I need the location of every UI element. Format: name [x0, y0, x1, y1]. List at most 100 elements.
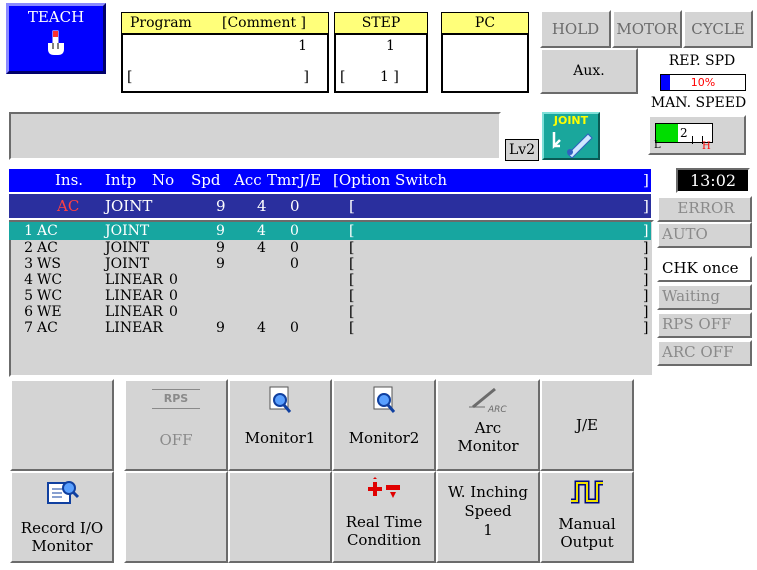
w-inching-speed-button[interactable]: W. Inching Speed 1: [436, 471, 540, 563]
row-intp: LINEAR: [105, 304, 163, 320]
manual-output-label-2: Output: [560, 533, 614, 551]
monitor1-button[interactable]: Monitor1: [228, 379, 332, 471]
rps-button[interactable]: RPS OFF: [124, 379, 228, 471]
table-row[interactable]: 4 WC LINEAR 0 []: [9, 272, 651, 288]
row-open: [: [349, 256, 355, 272]
row-close: ]: [643, 304, 649, 320]
step-field[interactable]: 1 [ 1 ]: [334, 33, 428, 93]
row-intp: JOINT: [105, 256, 150, 272]
table-row[interactable]: 6 WE LINEAR 0 []: [9, 304, 651, 320]
current-tmr: 0: [290, 197, 300, 215]
current-spd: 9: [216, 197, 226, 215]
row-no: 0: [169, 288, 178, 304]
cycle-label: CYCLE: [691, 20, 745, 38]
man-speed-meter[interactable]: 2 L H: [648, 115, 746, 155]
step-sub-open: [: [340, 69, 346, 85]
comment-close-bracket: ]: [303, 69, 309, 85]
level-indicator: Lv2: [505, 139, 539, 161]
row-tmr: 0: [290, 240, 299, 256]
row-spd: 9: [216, 256, 225, 272]
row-ins: AC: [37, 223, 58, 239]
row-close: ]: [643, 256, 649, 272]
blank-button-2[interactable]: [124, 471, 228, 563]
w-inching-label-1: W. Inching: [447, 483, 529, 501]
current-acc: 4: [257, 197, 267, 215]
aux-label: Aux.: [573, 63, 605, 79]
col-spd: Spd: [191, 171, 221, 189]
current-intp: JOINT: [105, 197, 153, 215]
rps-bottom-label: OFF: [159, 431, 193, 449]
arc-off-label: ARC OFF: [662, 343, 734, 361]
arc-monitor-button[interactable]: ARC Arc Monitor: [436, 379, 540, 471]
row-num: 4: [24, 272, 33, 288]
pc-field[interactable]: [441, 33, 529, 93]
col-acc: Acc: [234, 171, 262, 189]
row-no: 0: [169, 304, 178, 320]
cycle-button[interactable]: CYCLE: [683, 10, 753, 48]
step-header: STEP: [334, 12, 428, 34]
pc-label: PC: [474, 15, 496, 31]
table-row[interactable]: 5 WC LINEAR 0 []: [9, 288, 651, 304]
level-label: Lv2: [508, 142, 536, 158]
chk-once-button[interactable]: CHK once: [657, 256, 752, 282]
col-ins: Ins.: [55, 171, 84, 189]
hold-label: HOLD: [551, 20, 600, 38]
table-row[interactable]: 7 AC LINEAR 9 4 0 []: [9, 320, 651, 336]
row-intp: JOINT: [105, 240, 150, 256]
current-ins: AC: [57, 197, 80, 215]
row-acc: 4: [257, 240, 266, 256]
message-area: [9, 112, 501, 160]
table-row[interactable]: 2 AC JOINT 9 4 0 []: [9, 240, 651, 256]
current-open: [: [349, 197, 355, 215]
clock: 13:02: [676, 168, 750, 193]
motor-button[interactable]: MOTOR: [612, 10, 682, 48]
hold-button[interactable]: HOLD: [540, 10, 611, 48]
table-row[interactable]: 1 AC JOINT 9 4 0 []: [9, 222, 651, 240]
current-step-row[interactable]: AC JOINT 9 4 0 [ ]: [9, 194, 651, 218]
record-io-monitor-button[interactable]: Record I/O Monitor: [10, 471, 114, 563]
program-header: Program [Comment ]: [121, 12, 329, 34]
blank-button-1[interactable]: [10, 379, 114, 471]
monitor2-button[interactable]: Monitor2: [332, 379, 436, 471]
row-spd: 9: [216, 320, 225, 336]
rps-off-label: RPS OFF: [662, 315, 732, 333]
table-row[interactable]: 3 WS JOINT 9 0 []: [9, 256, 651, 272]
joint-label: JOINT: [553, 114, 589, 127]
man-speed-label: MAN. SPEED: [650, 95, 747, 111]
hand-pointer-icon: [48, 30, 64, 55]
real-time-condition-button[interactable]: Real Time Condition: [332, 471, 436, 563]
je-button[interactable]: J/E: [540, 379, 634, 471]
table-header: Ins. Intp No Spd Acc Tmr J/E [Option Swi…: [9, 169, 651, 192]
aux-button[interactable]: Aux.: [540, 48, 638, 94]
step-sub-value: 1 ]: [380, 69, 399, 85]
row-num: 1: [24, 223, 33, 239]
manual-output-button[interactable]: Manual Output: [540, 471, 634, 563]
program-field[interactable]: 1 [ ]: [121, 33, 329, 93]
error-indicator: ERROR: [657, 196, 752, 222]
joint-mode-button[interactable]: JOINT: [542, 112, 600, 160]
row-ins: AC: [37, 320, 58, 336]
arc-icon-label: ARC: [488, 405, 507, 415]
row-no: 0: [169, 272, 178, 288]
rep-spd-label: REP. SPD: [668, 53, 736, 69]
teach-button[interactable]: TEACH: [6, 3, 106, 74]
row-num: 2: [24, 240, 33, 256]
row-close: ]: [643, 272, 649, 288]
plus-minus-icon: [368, 477, 400, 498]
row-intp: LINEAR: [105, 320, 163, 336]
row-acc: 4: [257, 320, 266, 336]
magnifier-icon: [269, 386, 292, 413]
real-time-label-2: Condition: [346, 531, 422, 549]
step-list-rows: 1 AC JOINT 9 4 0[] 2 AC JOINT 9 4 0[] 3 WS JOINT 9 0[] 4 W…: [9, 222, 651, 376]
comment-open-bracket: [: [127, 69, 133, 85]
row-open: [: [349, 320, 355, 336]
row-num: 5: [24, 288, 33, 304]
row-open: [: [349, 240, 355, 256]
teach-label: TEACH: [27, 8, 85, 26]
row-acc: 4: [257, 223, 266, 239]
blank-button-3[interactable]: [228, 471, 332, 563]
monitor1-label: Monitor1: [244, 429, 316, 447]
row-close: ]: [643, 288, 649, 304]
row-ins: WS: [37, 256, 61, 272]
auto-label: AUTO: [662, 225, 708, 243]
